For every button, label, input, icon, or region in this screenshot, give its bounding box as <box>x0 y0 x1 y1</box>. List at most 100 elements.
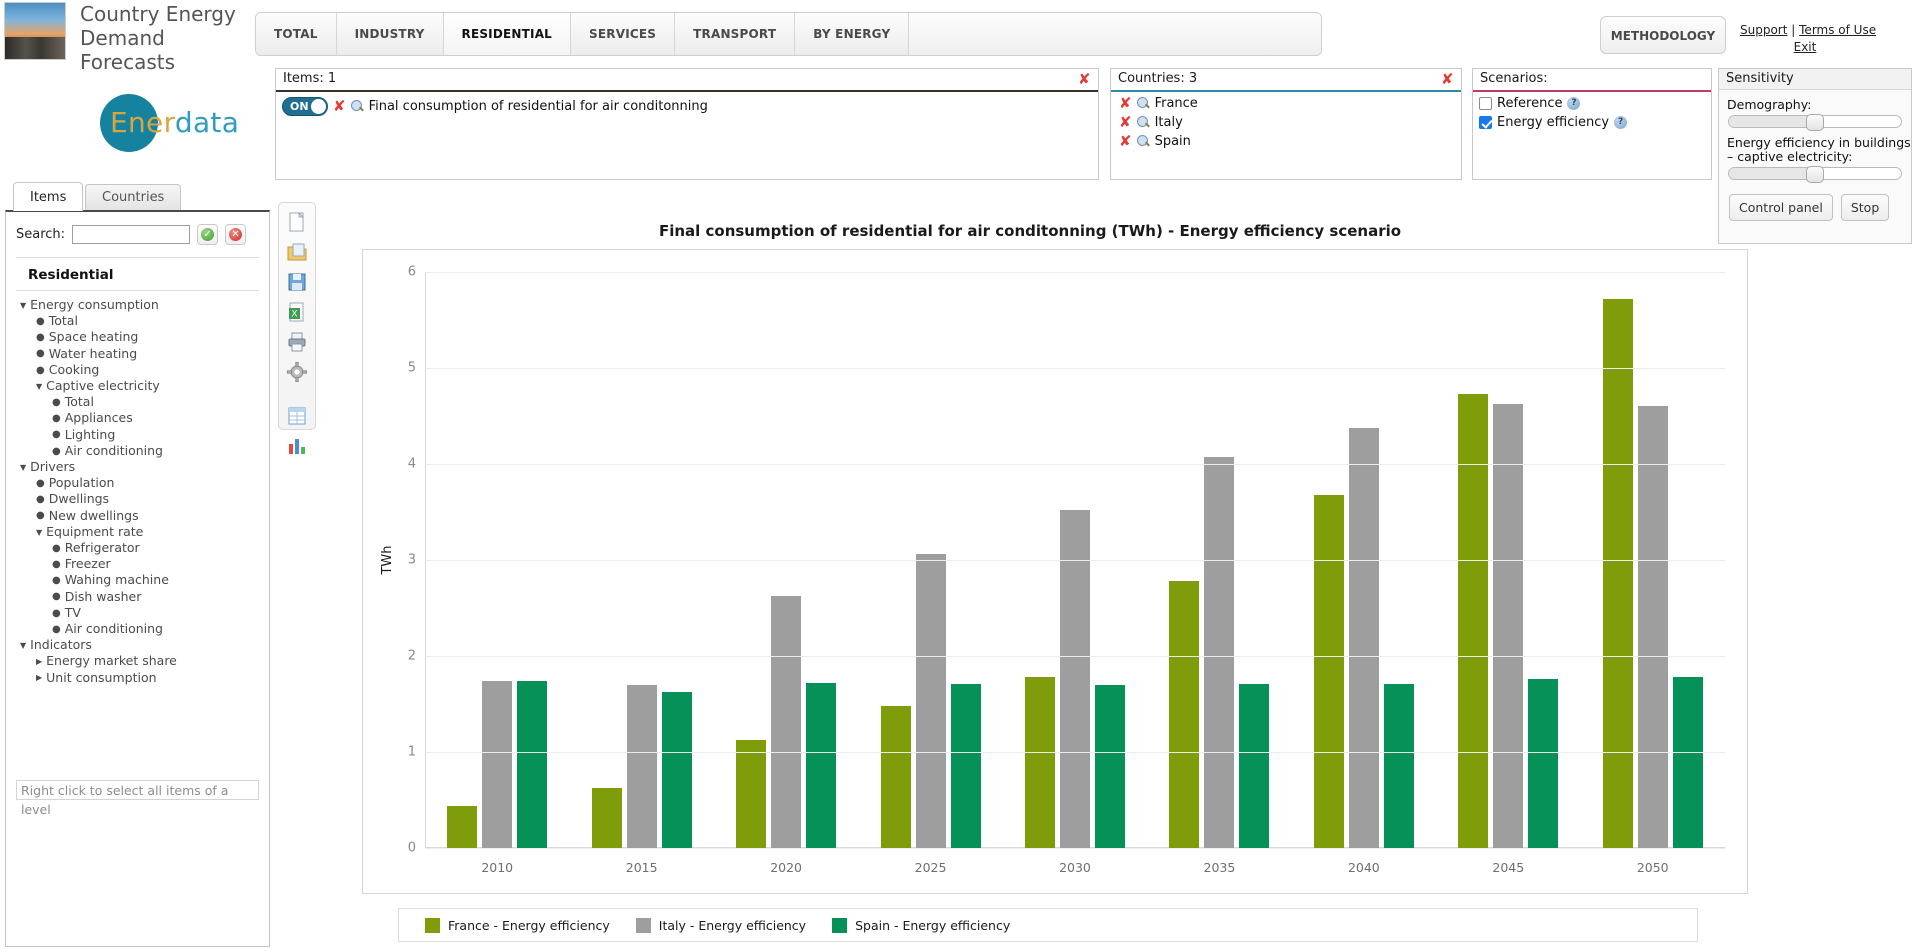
legend-item[interactable]: Spain - Energy efficiency <box>832 917 1010 933</box>
tree-node[interactable]: ● Total <box>6 313 269 329</box>
tree-node[interactable]: ● Space heating <box>6 329 269 345</box>
legend-item[interactable]: France - Energy efficiency <box>425 917 610 933</box>
help-icon[interactable]: ? <box>1614 116 1628 129</box>
tree-node[interactable]: ● New dwellings <box>6 508 269 524</box>
bar[interactable] <box>661 692 692 848</box>
tree-node[interactable]: ▼ Energy consumption <box>6 297 269 313</box>
tree-node[interactable]: ▶ Unit consumption <box>6 670 269 686</box>
bar[interactable] <box>1169 581 1200 848</box>
bar[interactable] <box>1383 683 1414 848</box>
tab-total[interactable]: TOTAL <box>256 13 337 55</box>
bar[interactable] <box>447 805 478 848</box>
bar[interactable] <box>626 684 657 848</box>
bar[interactable] <box>1313 494 1344 848</box>
bar[interactable] <box>950 683 981 848</box>
help-icon[interactable]: ? <box>1567 97 1581 110</box>
bar[interactable] <box>1458 393 1489 848</box>
export-excel-icon[interactable]: X <box>286 301 308 323</box>
bar[interactable] <box>1094 684 1125 848</box>
tree-node[interactable]: ● Wahing machine <box>6 572 269 588</box>
tab-services[interactable]: SERVICES <box>571 13 676 55</box>
tab-residential[interactable]: RESIDENTIAL <box>443 13 572 55</box>
item-toggle[interactable]: ON <box>282 97 328 116</box>
tree-node[interactable]: ● Water heating <box>6 346 269 362</box>
sidebar-tab-items[interactable]: Items <box>13 182 84 211</box>
sidebar-tab-countries[interactable]: Countries <box>85 184 182 210</box>
caret-right-icon[interactable]: ▶ <box>36 654 42 669</box>
control-panel-button[interactable]: Control panel <box>1729 194 1833 221</box>
tab-industry[interactable]: INDUSTRY <box>336 13 444 55</box>
bar[interactable] <box>806 682 837 848</box>
tree-node[interactable]: ● Refrigerator <box>6 540 269 556</box>
bar[interactable] <box>1637 406 1668 848</box>
methodology-button[interactable]: METHODOLOGY <box>1600 16 1726 54</box>
tree-node[interactable]: ● Dwellings <box>6 491 269 507</box>
tree-node[interactable]: ● Cooking <box>6 362 269 378</box>
bar[interactable] <box>1024 677 1055 848</box>
caret-right-icon[interactable]: ▶ <box>36 670 42 685</box>
open-folder-icon[interactable] <box>286 241 308 263</box>
bar[interactable] <box>517 680 548 848</box>
tree-node[interactable]: ▼ Indicators <box>6 637 269 653</box>
caret-down-icon[interactable]: ▼ <box>36 379 42 394</box>
bar[interactable] <box>1672 677 1703 848</box>
tree-node[interactable]: ▼ Drivers <box>6 459 269 475</box>
stop-button[interactable]: Stop <box>1840 194 1890 221</box>
country-search-icon[interactable] <box>1136 135 1150 148</box>
save-disk-icon[interactable] <box>286 271 308 293</box>
bar[interactable] <box>1528 679 1559 848</box>
tree-node[interactable]: ● Freezer <box>6 556 269 572</box>
caret-down-icon[interactable]: ▼ <box>20 298 26 313</box>
bar[interactable] <box>736 739 767 848</box>
tree-node[interactable]: ▼ Equipment rate <box>6 524 269 540</box>
item-remove-icon[interactable]: ✘ <box>333 99 346 114</box>
country-remove-icon[interactable]: ✘ <box>1119 96 1132 111</box>
tree-node[interactable]: ● Air conditioning <box>6 443 269 459</box>
print-icon[interactable] <box>286 331 308 353</box>
caret-down-icon[interactable]: ▼ <box>20 460 26 475</box>
slider-thumb[interactable] <box>1806 114 1824 131</box>
chart-view-icon[interactable] <box>286 435 308 457</box>
caret-down-icon[interactable]: ▼ <box>36 525 42 540</box>
bar[interactable] <box>1602 298 1633 848</box>
scenario-checkbox[interactable] <box>1479 116 1492 129</box>
bar[interactable] <box>1348 428 1379 848</box>
tree-node[interactable]: ● Lighting <box>6 427 269 443</box>
country-search-icon[interactable] <box>1136 97 1150 110</box>
bar[interactable] <box>591 787 622 848</box>
bar[interactable] <box>771 596 802 848</box>
scenario-checkbox[interactable] <box>1479 97 1492 110</box>
tree-node[interactable]: ● Appliances <box>6 410 269 426</box>
support-link[interactable]: Support <box>1740 23 1787 37</box>
countries-panel-close-icon[interactable]: ✘ <box>1441 72 1455 87</box>
search-confirm-button[interactable]: ✓ <box>197 224 219 245</box>
country-remove-icon[interactable]: ✘ <box>1119 115 1132 130</box>
sensitivity-slider[interactable] <box>1728 166 1902 183</box>
tree-node[interactable]: ● Population <box>6 475 269 491</box>
bar[interactable] <box>482 680 513 848</box>
tree-node[interactable]: ▶ Energy market share <box>6 653 269 669</box>
gear-icon[interactable] <box>286 361 308 383</box>
country-search-icon[interactable] <box>1136 116 1150 129</box>
bar[interactable] <box>1239 683 1270 848</box>
tree-node[interactable]: ● Air conditioning <box>6 621 269 637</box>
tab-by-energy[interactable]: BY ENERGY <box>795 13 910 55</box>
search-input[interactable] <box>72 225 191 244</box>
new-document-icon[interactable] <box>286 211 308 233</box>
bar[interactable] <box>1204 457 1235 848</box>
item-search-icon[interactable] <box>350 100 364 113</box>
table-view-icon[interactable] <box>286 405 308 427</box>
items-panel-close-icon[interactable]: ✘ <box>1078 72 1092 87</box>
tree-node[interactable]: ● Dish washer <box>6 589 269 605</box>
legend-item[interactable]: Italy - Energy efficiency <box>635 917 806 933</box>
country-remove-icon[interactable]: ✘ <box>1119 134 1132 149</box>
caret-down-icon[interactable]: ▼ <box>20 638 26 653</box>
tab-transport[interactable]: TRANSPORT <box>675 13 796 55</box>
tree-node[interactable]: ● Total <box>6 394 269 410</box>
bar[interactable] <box>1493 404 1524 848</box>
slider-thumb[interactable] <box>1806 166 1824 183</box>
terms-link[interactable]: Terms of Use <box>1799 23 1876 37</box>
search-clear-button[interactable]: ✕ <box>225 224 247 245</box>
exit-link[interactable]: Exit <box>1794 40 1817 54</box>
bar[interactable] <box>915 554 946 848</box>
